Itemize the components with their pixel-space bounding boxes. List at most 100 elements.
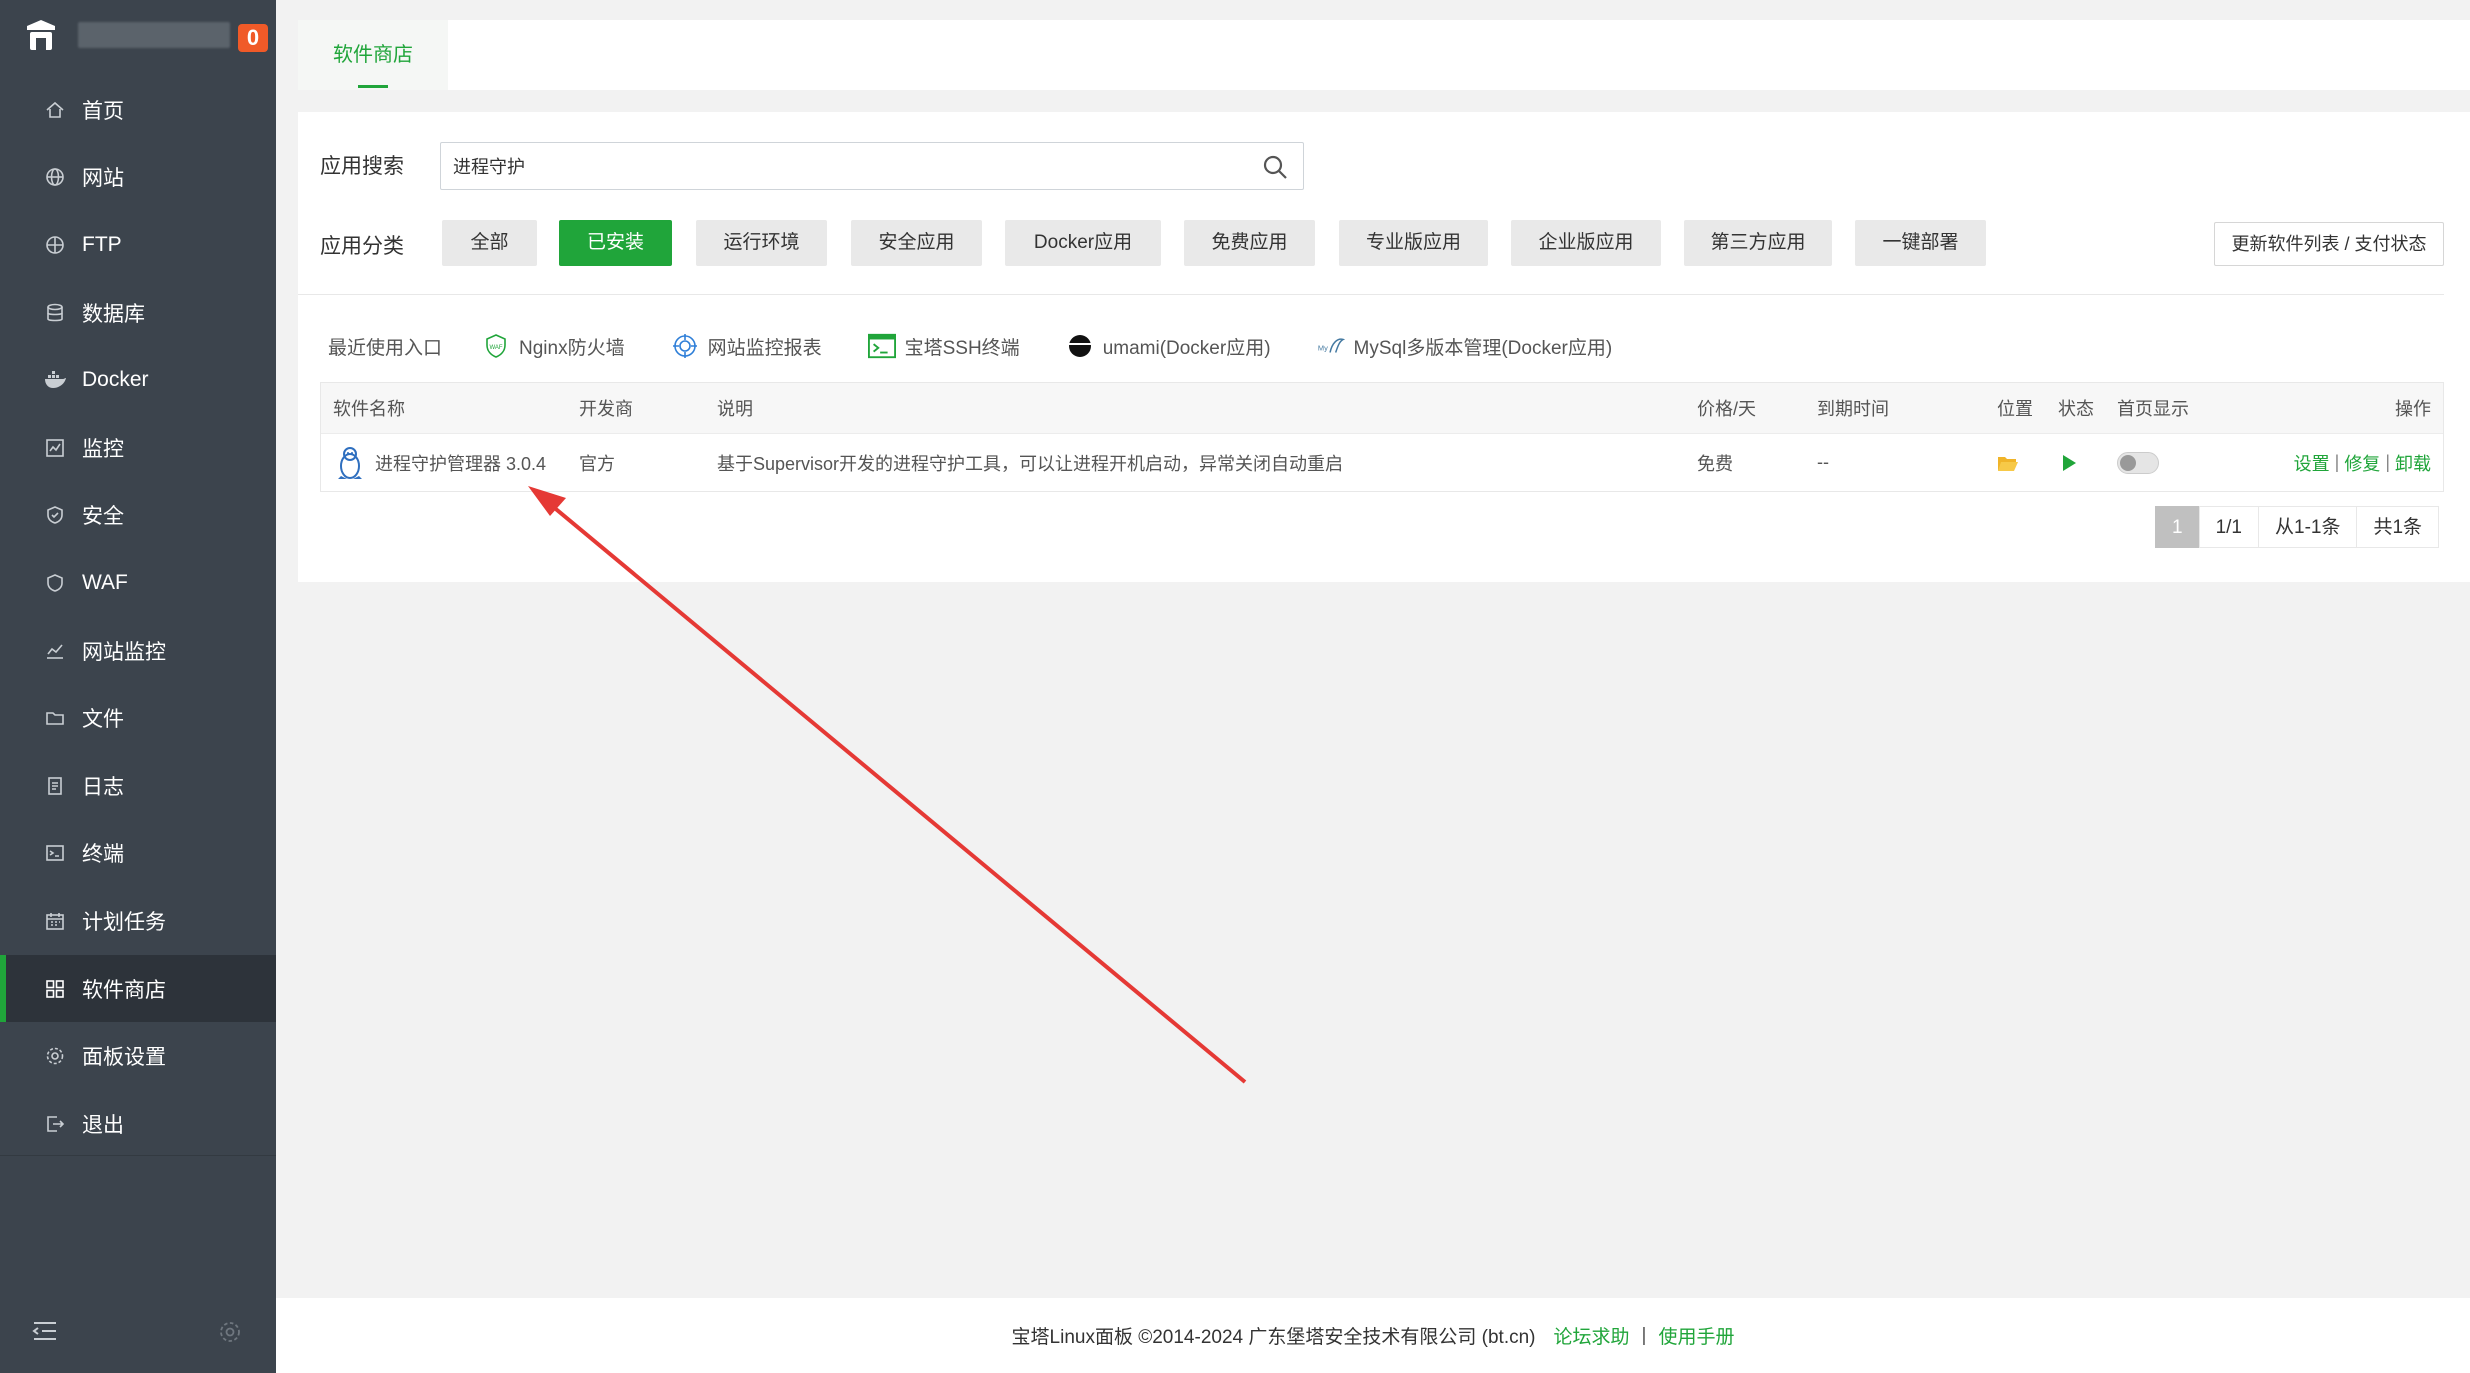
sidebar-item-ftp[interactable]: FTP — [0, 211, 276, 279]
calendar-icon — [44, 910, 66, 932]
description-cell: 基于Supervisor开发的进程守护工具，可以让进程开机启动，异常关闭自动重启 — [717, 453, 1344, 474]
price-cell: 免费 — [1697, 453, 1733, 474]
ftp-icon — [44, 234, 66, 256]
footer: 宝塔Linux面板 ©2014-2024 广东堡塔安全技术有限公司 (bt.cn… — [276, 1298, 2470, 1373]
recent-item-label: Nginx防火墙 — [519, 337, 625, 359]
category-third-party-button[interactable]: 第三方应用 — [1684, 220, 1832, 266]
header-description: 说明 — [717, 399, 753, 419]
folder-icon — [44, 707, 66, 729]
recent-item-site-monitor-report[interactable]: 网站监控报表 — [671, 332, 822, 360]
docker-icon — [44, 369, 66, 391]
software-name[interactable]: 进程守护管理器 3.0.4 — [375, 450, 546, 476]
header-status: 状态 — [2058, 399, 2094, 419]
software-name-cell: 进程守护管理器 3.0.4 — [335, 434, 546, 491]
recent-item-label: 宝塔SSH终端 — [904, 337, 1020, 359]
sidebar-item-website[interactable]: 网站 — [0, 144, 276, 212]
category-security-button[interactable]: 安全应用 — [851, 220, 982, 266]
terminal-icon — [44, 842, 66, 864]
manual-link[interactable]: 使用手册 — [1658, 1322, 1734, 1349]
notification-badge[interactable]: 0 — [238, 24, 268, 52]
mysql-logo-icon: My — [1317, 332, 1345, 360]
update-software-list-button[interactable]: 更新软件列表 / 支付状态 — [2214, 222, 2444, 266]
home-display-cell — [2117, 434, 2159, 491]
software-table: 软件名称 开发商 说明 价格/天 到期时间 位置 状态 首页显示 操作 进程守护… — [320, 382, 2444, 492]
header-developer: 开发商 — [579, 399, 633, 419]
header-expire: 到期时间 — [1817, 399, 1889, 419]
category-free-button[interactable]: 免费应用 — [1184, 220, 1315, 266]
sidebar-item-label: 安全 — [82, 505, 124, 529]
umami-logo-icon — [1066, 332, 1094, 360]
sidebar-item-home[interactable]: 首页 — [0, 76, 276, 144]
sidebar-item-label: 退出 — [82, 1113, 124, 1137]
ops-separator: | — [2385, 452, 2390, 472]
waf-icon — [44, 572, 66, 594]
sidebar-item-files[interactable]: 文件 — [0, 684, 276, 752]
sidebar-settings-icon[interactable] — [218, 1320, 242, 1344]
settings-link[interactable]: 设置 — [2294, 450, 2330, 476]
category-installed-button[interactable]: 已安装 — [559, 220, 672, 266]
sidebar-item-panel-settings[interactable]: 面板设置 — [0, 1022, 276, 1090]
table-header: 软件名称 开发商 说明 价格/天 到期时间 位置 状态 首页显示 操作 — [321, 383, 2443, 433]
sidebar-item-security[interactable]: 安全 — [0, 482, 276, 550]
running-play-icon[interactable] — [2061, 454, 2077, 472]
search-label: 应用搜索 — [320, 155, 404, 178]
sidebar-item-site-monitor[interactable]: 网站监控 — [0, 617, 276, 685]
sidebar-item-label: 软件商店 — [82, 978, 166, 1002]
recent-item-umami[interactable]: umami(Docker应用) — [1066, 332, 1271, 360]
page-current[interactable]: 1 — [2155, 506, 2200, 548]
tab-bar: 软件商店 — [298, 20, 2470, 90]
ssh-terminal-icon — [867, 332, 896, 360]
sidebar-item-terminal[interactable]: 终端 — [0, 820, 276, 888]
sidebar-nav: 首页 网站 FTP 数据库 Docker 监控 安全 WAF 网站监控 文件 日… — [0, 76, 276, 1158]
forum-link[interactable]: 论坛求助 — [1554, 1322, 1630, 1349]
category-all-button[interactable]: 全部 — [442, 220, 537, 266]
sidebar-item-docker[interactable]: Docker — [0, 346, 276, 414]
footer-copyright: 宝塔Linux面板 ©2014-2024 广东堡塔安全技术有限公司 (bt.cn… — [1011, 1327, 1536, 1348]
sidebar-item-label: 数据库 — [82, 302, 145, 326]
recent-entries: 最近使用入口 WAF Nginx防火墙 网站监控报表 宝塔SSH终端 umami… — [328, 326, 1658, 366]
sidebar-item-label: 终端 — [82, 843, 124, 867]
gear-icon — [44, 1045, 66, 1067]
recent-item-mysql-multi-version[interactable]: My MySql多版本管理(Docker应用) — [1317, 332, 1612, 360]
category-docker-button[interactable]: Docker应用 — [1005, 220, 1161, 266]
open-folder-icon[interactable] — [1997, 454, 2019, 472]
sidebar-item-logs[interactable]: 日志 — [0, 752, 276, 820]
search-box — [440, 142, 1304, 190]
tab-label: 软件商店 — [333, 44, 413, 66]
page-total: 共1条 — [2356, 506, 2440, 548]
developer-cell: 官方 — [579, 453, 615, 474]
uninstall-link[interactable]: 卸载 — [2395, 450, 2431, 476]
category-pro-button[interactable]: 专业版应用 — [1339, 220, 1488, 266]
category-one-click-deploy-button[interactable]: 一键部署 — [1855, 220, 1986, 266]
app-store-panel: 应用搜索 应用分类 全部 已安装 运行环境 安全应用 Docker应用 免费应用… — [298, 112, 2470, 582]
tab-app-store[interactable]: 软件商店 — [298, 20, 448, 90]
search-input[interactable] — [441, 143, 1241, 189]
waf-shield-icon: WAF — [482, 332, 510, 360]
log-icon — [44, 775, 66, 797]
sidebar-item-database[interactable]: 数据库 — [0, 279, 276, 347]
sidebar-item-waf[interactable]: WAF — [0, 549, 276, 617]
sidebar-item-app-store[interactable]: 软件商店 — [0, 954, 276, 1023]
menu-collapse-icon[interactable] — [32, 1320, 58, 1342]
sidebar-item-logout[interactable]: 退出 — [0, 1090, 276, 1158]
recent-item-ssh-terminal[interactable]: 宝塔SSH终端 — [867, 332, 1020, 360]
header-home-display: 首页显示 — [2117, 399, 2189, 419]
recent-item-nginx-firewall[interactable]: WAF Nginx防火墙 — [482, 332, 625, 360]
target-icon — [671, 332, 699, 360]
sidebar-item-label: 日志 — [82, 775, 124, 799]
category-runtime-button[interactable]: 运行环境 — [696, 220, 827, 266]
tab-active-indicator — [358, 85, 388, 88]
sidebar-item-monitor[interactable]: 监控 — [0, 414, 276, 482]
category-enterprise-button[interactable]: 企业版应用 — [1511, 220, 1661, 266]
sidebar-item-cron[interactable]: 计划任务 — [0, 887, 276, 955]
search-icon[interactable] — [1261, 153, 1289, 181]
home-display-toggle[interactable] — [2117, 451, 2159, 474]
bt-logo-icon[interactable] — [24, 18, 58, 54]
header-name: 软件名称 — [333, 399, 405, 419]
table-row: 进程守护管理器 3.0.4 官方 基于Supervisor开发的进程守护工具，可… — [321, 433, 2443, 491]
sidebar-item-label: 网站监控 — [82, 640, 166, 664]
header-location: 位置 — [1997, 399, 2033, 419]
svg-text:WAF: WAF — [489, 345, 502, 351]
sidebar-item-label: WAF — [82, 570, 128, 594]
repair-link[interactable]: 修复 — [2344, 450, 2380, 476]
